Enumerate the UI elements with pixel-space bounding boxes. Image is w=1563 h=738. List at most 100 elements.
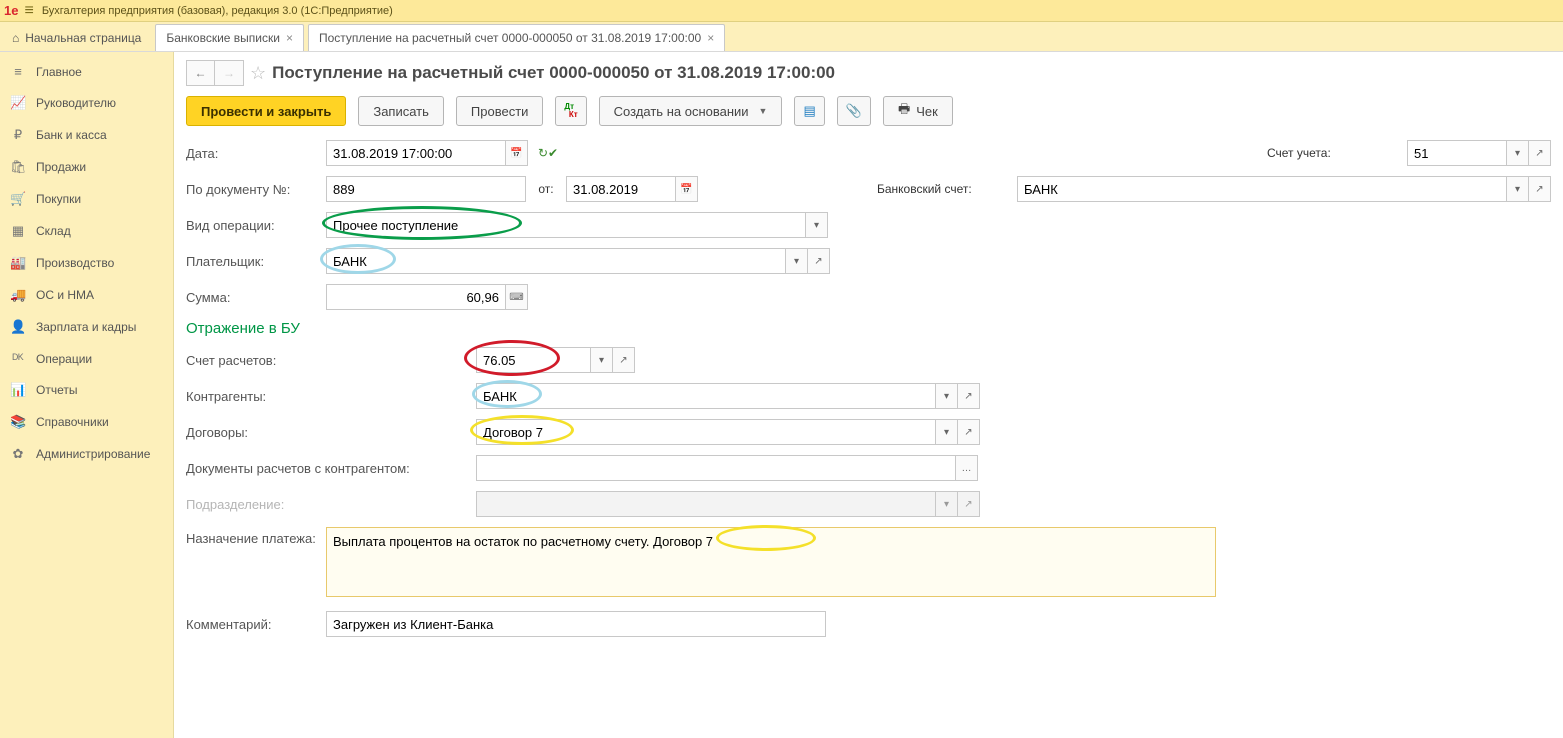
settle-acc-input[interactable] xyxy=(476,347,591,373)
settle-docs-label: Документы расчетов с контрагентом: xyxy=(186,461,476,476)
dropdown-icon[interactable]: ▾ xyxy=(1507,176,1529,202)
refresh-icon[interactable]: ↻✔ xyxy=(538,146,558,160)
tab-home[interactable]: ⌂ Начальная страница xyxy=(4,25,151,51)
sidebar-item-production[interactable]: 🏭Производство xyxy=(0,247,173,279)
dropdown-icon[interactable]: ▾ xyxy=(1507,140,1529,166)
favorite-star-icon[interactable]: ☆ xyxy=(250,63,266,84)
post-and-close-button[interactable]: Провести и закрыть xyxy=(186,96,346,126)
hamburger-icon[interactable]: ≡ xyxy=(24,2,33,20)
back-button[interactable]: ← xyxy=(187,61,215,85)
app-logo: 1e xyxy=(4,3,18,18)
close-icon[interactable]: × xyxy=(707,31,714,45)
docno-input[interactable] xyxy=(326,176,526,202)
sidebar-item-label: Зарплата и кадры xyxy=(36,320,136,334)
sidebar-item-salary[interactable]: 👤 Зарплата и кадры xyxy=(0,311,173,343)
dropdown-arrow-icon: ▼ xyxy=(759,106,768,116)
sidebar-item-reports[interactable]: 📊Отчеты xyxy=(0,374,173,406)
create-based-on-button[interactable]: Создать на основании▼ xyxy=(599,96,783,126)
tab-document[interactable]: Поступление на расчетный счет 0000-00005… xyxy=(308,24,725,51)
sidebar-item-main[interactable]: ≡ Главное xyxy=(0,56,173,87)
sidebar-item-label: Покупки xyxy=(36,192,81,206)
purpose-label: Назначение платежа: xyxy=(186,527,326,546)
open-icon: ↗ xyxy=(958,491,980,517)
forward-button[interactable]: → xyxy=(215,61,243,85)
division-label: Подразделение: xyxy=(186,497,476,512)
calendar-icon[interactable]: 📅 xyxy=(676,176,698,202)
title-bar: 1e ≡ Бухгалтерия предприятия (базовая), … xyxy=(0,0,1563,22)
sum-label: Сумма: xyxy=(186,290,326,305)
sidebar-item-warehouse[interactable]: ▦ Склад xyxy=(0,215,173,247)
dropdown-icon[interactable]: ▾ xyxy=(936,419,958,445)
sidebar-item-manager[interactable]: 📈Руководителю xyxy=(0,87,173,119)
division-input xyxy=(476,491,936,517)
payer-input[interactable] xyxy=(326,248,786,274)
sidebar-item-assets[interactable]: 🚚ОС и НМА xyxy=(0,279,173,311)
attach-button[interactable]: 📎 xyxy=(837,96,871,126)
close-icon[interactable]: × xyxy=(286,31,293,45)
home-icon: ⌂ xyxy=(12,31,19,45)
sidebar-item-admin[interactable]: ✿ Администрирование xyxy=(0,438,173,470)
open-icon[interactable]: ↗ xyxy=(958,419,980,445)
tab-bar: ⌂ Начальная страница Банковские выписки … xyxy=(0,22,1563,52)
open-icon[interactable]: ↗ xyxy=(808,248,830,274)
settle-docs-input[interactable] xyxy=(476,455,956,481)
calculator-icon[interactable]: ⌨ xyxy=(506,284,528,310)
dropdown-icon[interactable]: ▾ xyxy=(936,383,958,409)
cheque-button[interactable]: 🖶Чек xyxy=(883,96,953,126)
sidebar-item-sales[interactable]: 🛍Продажи xyxy=(0,151,173,183)
books-icon: 📚 xyxy=(10,414,26,430)
sidebar-item-label: Банк и касса xyxy=(36,128,107,142)
optype-input[interactable] xyxy=(326,212,806,238)
sidebar-item-label: Справочники xyxy=(36,415,109,429)
sidebar-item-operations[interactable]: ᴰᴷОперации xyxy=(0,343,173,374)
gear-icon: ✿ xyxy=(10,446,26,462)
chart-icon: 📈 xyxy=(10,95,26,111)
calendar-icon[interactable]: 📅 xyxy=(506,140,528,166)
payer-label: Плательщик: xyxy=(186,254,326,269)
ellipsis-icon[interactable]: … xyxy=(956,455,978,481)
dropdown-icon[interactable]: ▾ xyxy=(806,212,828,238)
dropdown-icon: ▾ xyxy=(936,491,958,517)
settle-acc-label: Счет расчетов: xyxy=(186,353,476,368)
content-area: ← → ☆ Поступление на расчетный счет 0000… xyxy=(174,52,1563,738)
dtkt-button[interactable]: Дт Кт xyxy=(555,96,586,126)
sidebar: ≡Главное 📈Руководителю ₽Банк и касса 🛍Пр… xyxy=(0,52,174,738)
dropdown-icon[interactable]: ▾ xyxy=(786,248,808,274)
post-button[interactable]: Провести xyxy=(456,96,544,126)
sidebar-item-label: Главное xyxy=(36,65,82,79)
sidebar-item-bank[interactable]: ₽Банк и касса xyxy=(0,119,173,151)
open-icon[interactable]: ↗ xyxy=(613,347,635,373)
dtkt-icon: Дт Кт xyxy=(564,103,577,119)
sidebar-item-label: Производство xyxy=(36,256,114,270)
sidebar-item-label: Склад xyxy=(36,224,71,238)
from-label: от: xyxy=(526,182,566,196)
purpose-textarea[interactable] xyxy=(326,527,1216,597)
counterparty-input[interactable] xyxy=(476,383,936,409)
sidebar-item-catalogs[interactable]: 📚 Справочники xyxy=(0,406,173,438)
open-icon[interactable]: ↗ xyxy=(1529,176,1551,202)
open-icon[interactable]: ↗ xyxy=(1529,140,1551,166)
grid-icon: ▦ xyxy=(10,223,26,239)
tree-icon: ▤ xyxy=(803,103,815,119)
sidebar-item-label: Администрирование xyxy=(36,447,150,461)
contracts-input[interactable] xyxy=(476,419,936,445)
date-input[interactable] xyxy=(326,140,506,166)
structure-button[interactable]: ▤ xyxy=(794,96,824,126)
sum-input[interactable] xyxy=(326,284,506,310)
printer-icon: 🖶 xyxy=(898,100,910,122)
dropdown-icon[interactable]: ▾ xyxy=(591,347,613,373)
cart-icon: 🛒 xyxy=(10,191,26,207)
from-date-input[interactable] xyxy=(566,176,676,202)
save-button[interactable]: Записать xyxy=(358,96,444,126)
bag-icon: 🛍 xyxy=(10,159,26,175)
menu-icon: ≡ xyxy=(10,64,26,79)
tab-bank-statements[interactable]: Банковские выписки × xyxy=(155,24,304,51)
counterparty-label: Контрагенты: xyxy=(186,389,476,404)
account-input[interactable] xyxy=(1407,140,1507,166)
bank-account-input[interactable] xyxy=(1017,176,1507,202)
optype-label: Вид операции: xyxy=(186,218,326,233)
open-icon[interactable]: ↗ xyxy=(958,383,980,409)
comment-input[interactable] xyxy=(326,611,826,637)
sidebar-item-purchases[interactable]: 🛒 Покупки xyxy=(0,183,173,215)
person-icon: 👤 xyxy=(10,319,26,335)
